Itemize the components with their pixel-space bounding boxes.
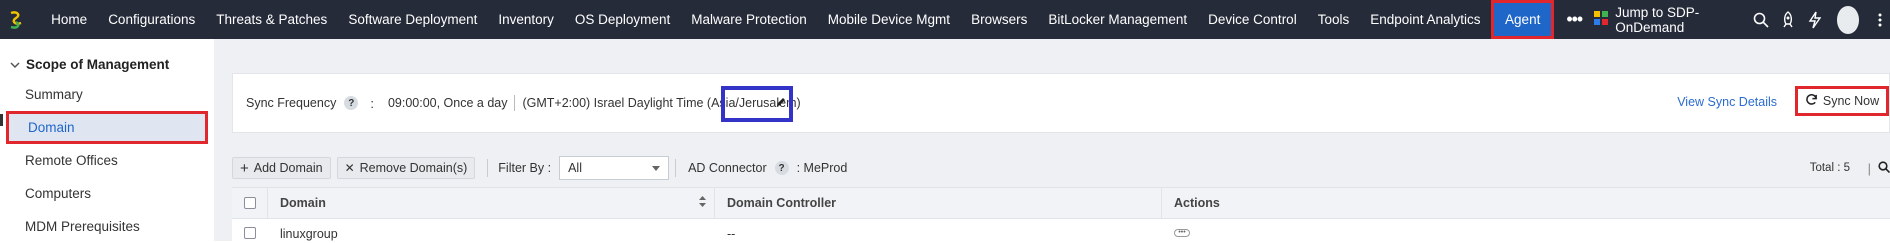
nav-endpoint-analytics[interactable]: Endpoint Analytics	[1360, 0, 1491, 39]
row-actions-menu-icon[interactable]: •••	[1174, 229, 1190, 237]
row-actions-cell: •••	[1162, 229, 1890, 241]
add-domain-label: Add Domain	[253, 161, 323, 175]
filter-by-label: Filter By :	[498, 161, 552, 175]
sidebar-collapse-handle[interactable]	[0, 114, 3, 126]
scope-heading: Scope of Management	[26, 57, 170, 72]
nav-threats-patches[interactable]: Threats & Patches	[206, 0, 338, 39]
column-header-actions: Actions	[1162, 187, 1890, 219]
sidebar-item-summary[interactable]: Summary	[0, 78, 214, 111]
sync-time-value: 09:00:00, Once a day	[387, 96, 508, 110]
search-icon[interactable]	[1747, 12, 1774, 28]
sync-now-label: Sync Now	[1822, 94, 1880, 108]
remove-domain-label: Remove Domain(s)	[359, 161, 468, 175]
nav-agent[interactable]: Agent	[1491, 0, 1555, 39]
row-checkbox-cell	[232, 227, 268, 241]
sync-now-button[interactable]: Sync Now	[1795, 86, 1889, 116]
user-avatar[interactable]	[1836, 5, 1859, 34]
total-separator: |	[1867, 161, 1871, 176]
filter-by-value: All	[568, 161, 582, 175]
row-domain[interactable]: linuxgroup	[268, 227, 715, 241]
colon-separator: :	[370, 95, 374, 111]
column-actions-label: Actions	[1174, 196, 1220, 210]
main-menu: Home Configurations Threats & Patches So…	[41, 0, 1595, 39]
refresh-icon	[1805, 93, 1818, 109]
jump-to-sdp-button[interactable]: Jump to SDP-OnDemand	[1594, 5, 1747, 35]
rocket-icon[interactable]	[1774, 10, 1801, 29]
more-menu-icon[interactable]: •••	[1554, 0, 1594, 39]
ad-connector-value: : MeProd	[796, 161, 848, 175]
toolbar-divider	[675, 159, 677, 177]
nav-browsers[interactable]: Browsers	[961, 0, 1038, 39]
scope-of-management-toggle[interactable]: Scope of Management	[0, 39, 214, 72]
nav-mobile-device-mgmt[interactable]: Mobile Device Mgmt	[817, 0, 960, 39]
chevron-down-icon	[10, 57, 20, 72]
side-settings-icon[interactable]	[1871, 0, 1890, 39]
select-all-checkbox[interactable]	[243, 197, 256, 209]
nav-software-deployment[interactable]: Software Deployment	[338, 0, 488, 39]
table-header: Domain Domain Controller Actions	[232, 187, 1890, 219]
top-right-actions: Jump to SDP-OnDemand	[1594, 0, 1890, 39]
nav-device-control[interactable]: Device Control	[1198, 0, 1308, 39]
main-content: Sync Frequency ? : 09:00:00, Once a day …	[214, 39, 1890, 241]
sync-frequency-panel: Sync Frequency ? : 09:00:00, Once a day …	[232, 73, 1890, 133]
plus-icon: +	[240, 159, 249, 177]
add-domain-button[interactable]: + Add Domain	[232, 157, 331, 179]
divider	[514, 95, 516, 111]
sidebar-item-domain[interactable]: Domain	[6, 111, 208, 144]
chevron-down-icon	[652, 161, 661, 175]
ad-connector-label: AD Connector	[688, 161, 767, 175]
nav-home[interactable]: Home	[41, 0, 98, 39]
sdp-logo-icon	[1594, 11, 1609, 28]
remove-domain-button[interactable]: ✕ Remove Domain(s)	[336, 157, 476, 179]
column-domain-controller-label: Domain Controller	[727, 196, 837, 210]
domain-toolbar: + Add Domain ✕ Remove Domain(s) Filter B…	[232, 153, 1890, 183]
sidebar-item-remote-offices[interactable]: Remote Offices	[0, 144, 214, 177]
filter-by-select[interactable]: All	[559, 156, 670, 180]
top-navigation-bar: Home Configurations Threats & Patches So…	[0, 0, 1890, 39]
jump-to-sdp-label: Jump to SDP-OnDemand	[1615, 4, 1700, 35]
row-checkbox[interactable]	[244, 227, 256, 239]
column-header-domain-controller: Domain Controller	[715, 187, 1162, 219]
row-domain-controller: --	[727, 227, 736, 241]
close-icon: ✕	[344, 161, 355, 175]
total-count: Total : 5	[1809, 162, 1850, 174]
table-row: linuxgroup -- •••	[232, 219, 1890, 241]
view-sync-details-link[interactable]: View Sync Details	[1677, 95, 1777, 109]
nav-malware-protection[interactable]: Malware Protection	[681, 0, 818, 39]
nav-tools[interactable]: Tools	[1307, 0, 1360, 39]
edit-pencil-icon[interactable]	[775, 96, 787, 111]
sort-icon[interactable]	[699, 196, 706, 210]
sync-frequency-label: Sync Frequency	[246, 96, 337, 110]
toolbar-divider	[487, 159, 489, 177]
column-domain-label: Domain	[280, 196, 326, 210]
nav-os-deployment[interactable]: OS Deployment	[564, 0, 680, 39]
sidebar-item-mdm-prerequisites[interactable]: MDM Prerequisites	[0, 210, 214, 243]
nav-bitlocker-management[interactable]: BitLocker Management	[1038, 0, 1198, 39]
help-icon[interactable]: ?	[344, 96, 359, 110]
help-icon[interactable]: ?	[774, 161, 789, 175]
search-icon[interactable]	[1878, 161, 1890, 176]
sidebar-item-computers[interactable]: Computers	[0, 177, 214, 210]
nav-configurations[interactable]: Configurations	[98, 0, 206, 39]
domain-table: Domain Domain Controller Actions linuxgr…	[232, 187, 1890, 241]
lightning-icon[interactable]	[1801, 11, 1828, 29]
nav-inventory[interactable]: Inventory	[488, 0, 565, 39]
app-logo-icon[interactable]	[0, 0, 33, 39]
scope-sidebar: Scope of Management Summary Domain Remot…	[0, 39, 214, 241]
select-all-cell	[232, 187, 268, 219]
column-header-domain[interactable]: Domain	[268, 187, 715, 219]
